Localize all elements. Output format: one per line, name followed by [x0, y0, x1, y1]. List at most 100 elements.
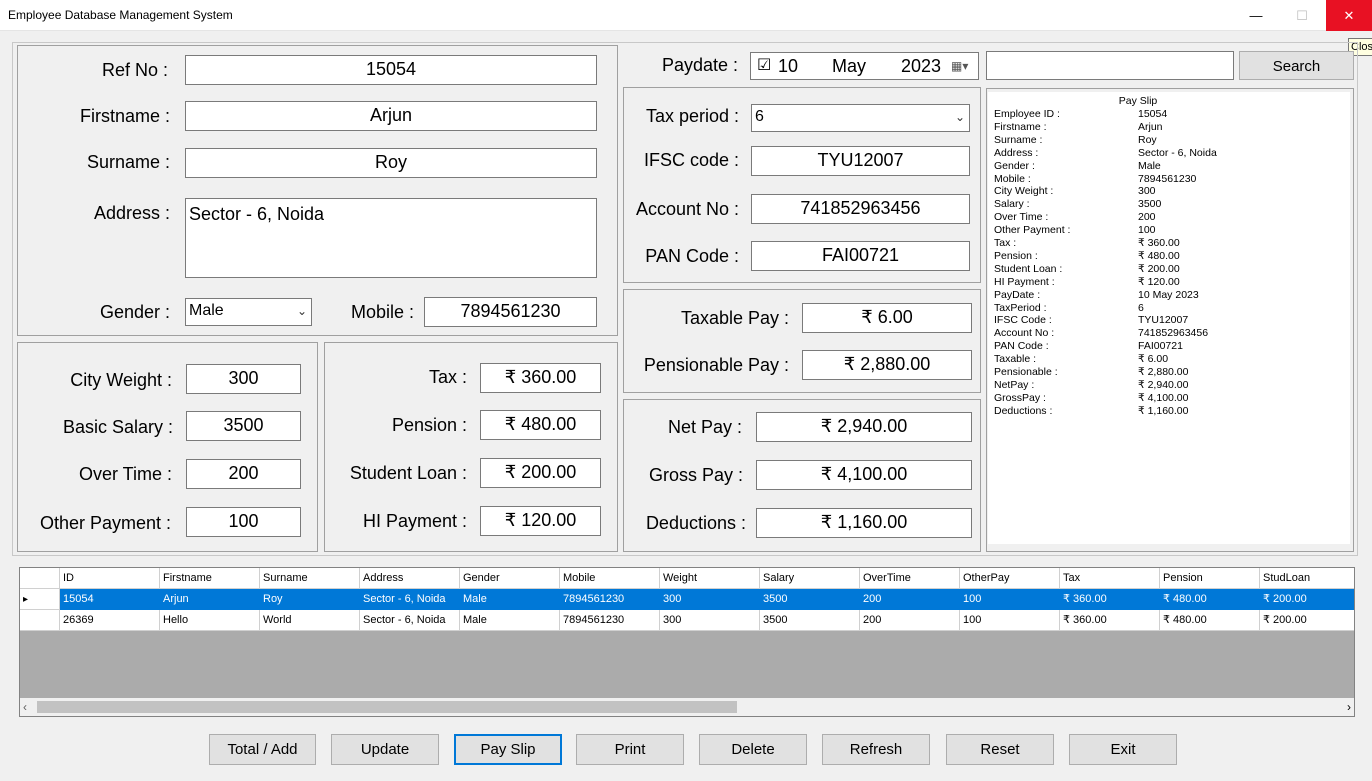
grid-cell[interactable]: Sector - 6, Noida: [360, 589, 460, 610]
pan-code-field[interactable]: FAI00721: [751, 241, 970, 271]
row-selector[interactable]: ▸: [20, 589, 60, 610]
grid-cell[interactable]: Hello: [160, 610, 260, 631]
delete-button[interactable]: Delete: [699, 734, 807, 765]
grid-cell[interactable]: Sector - 6, Noida: [360, 610, 460, 631]
grid-cell[interactable]: 300: [660, 610, 760, 631]
ifsc-code-field[interactable]: TYU12007: [751, 146, 970, 176]
column-header[interactable]: Salary: [760, 568, 860, 589]
grid-cell[interactable]: ₹ 480.00: [1160, 610, 1260, 631]
over-time-field[interactable]: 200: [186, 459, 301, 489]
column-header[interactable]: Weight: [660, 568, 760, 589]
column-header[interactable]: Surname: [260, 568, 360, 589]
column-header[interactable]: Firstname: [160, 568, 260, 589]
city-weight-field[interactable]: 300: [186, 364, 301, 394]
grid-cell[interactable]: ₹ 360.00: [1060, 610, 1160, 631]
update-button[interactable]: Update: [331, 734, 439, 765]
print-button[interactable]: Print: [576, 734, 684, 765]
pay-calc-group: Taxable Pay : ₹ 6.00 Pensionable Pay : ₹…: [623, 289, 981, 393]
grid-cell[interactable]: 3500: [760, 589, 860, 610]
paydate-checkbox[interactable]: ☑: [757, 53, 771, 79]
total-add-button[interactable]: Total / Add: [209, 734, 316, 765]
paydate-picker[interactable]: ☑ 10 May 2023 ▦▾: [750, 52, 979, 80]
scroll-thumb[interactable]: [37, 701, 737, 713]
grid-cell[interactable]: ₹ 480.00: [1160, 589, 1260, 610]
column-header[interactable]: Pension: [1160, 568, 1260, 589]
deductions-field[interactable]: ₹ 1,160.00: [756, 508, 972, 538]
hi-payment-field[interactable]: ₹ 120.00: [480, 506, 601, 536]
grid-cell[interactable]: World: [260, 610, 360, 631]
grid-cell[interactable]: 7894561230: [560, 589, 660, 610]
gender-select[interactable]: Male ⌄: [185, 298, 312, 326]
pay-slip-button[interactable]: Pay Slip: [454, 734, 562, 765]
payslip-text[interactable]: Pay Slip Employee ID : 15054 Firstname : Ar…: [988, 92, 1350, 544]
student-loan-field[interactable]: ₹ 200.00: [480, 458, 601, 488]
grid-cell[interactable]: Male: [460, 610, 560, 631]
grid-cell[interactable]: ₹ 360.00: [1060, 589, 1160, 610]
maximize-button[interactable]: ☐: [1279, 0, 1325, 31]
grid-cell[interactable]: 100: [960, 589, 1060, 610]
grid-cell[interactable]: 15054: [60, 589, 160, 610]
payslip-key: Mobile :: [994, 172, 1031, 185]
student-loan-label: Student Loan :: [349, 463, 467, 483]
taxable-pay-field[interactable]: ₹ 6.00: [802, 303, 972, 333]
payslip-value: ₹ 1,160.00: [1138, 404, 1189, 417]
grid-cell[interactable]: 200: [860, 610, 960, 631]
minimize-button[interactable]: —: [1233, 0, 1279, 31]
calendar-icon[interactable]: ▦▾: [951, 53, 968, 79]
column-header[interactable]: OtherPay: [960, 568, 1060, 589]
exit-button[interactable]: Exit: [1069, 734, 1177, 765]
ref-no-field[interactable]: 15054: [185, 55, 597, 85]
grid-cell[interactable]: 200: [860, 589, 960, 610]
column-header[interactable]: Tax: [1060, 568, 1160, 589]
employee-grid[interactable]: ‹ › ID Firstname Surname Address Gender Mobil…: [19, 567, 1355, 717]
paydate-month[interactable]: May: [832, 53, 866, 79]
grid-cell[interactable]: ₹ 200.00: [1260, 610, 1354, 631]
close-button[interactable]: ✕: [1326, 0, 1372, 31]
address-field[interactable]: Sector - 6, Noida: [185, 198, 597, 278]
grid-cell[interactable]: Roy: [260, 589, 360, 610]
mobile-field[interactable]: 7894561230: [424, 297, 597, 327]
salary-group: City Weight : 300 Basic Salary : 3500 Ov…: [17, 342, 318, 552]
grid-cell[interactable]: 3500: [760, 610, 860, 631]
grid-cell[interactable]: 26369: [60, 610, 160, 631]
paydate-year[interactable]: 2023: [901, 53, 941, 79]
search-button[interactable]: Search: [1239, 51, 1354, 80]
pensionable-pay-field[interactable]: ₹ 2,880.00: [802, 350, 972, 380]
grid-cell[interactable]: 7894561230: [560, 610, 660, 631]
column-header[interactable]: StudLoan: [1260, 568, 1354, 589]
grid-cell[interactable]: Arjun: [160, 589, 260, 610]
surname-field[interactable]: Roy: [185, 148, 597, 178]
column-header[interactable]: OverTime: [860, 568, 960, 589]
grid-cell[interactable]: 100: [960, 610, 1060, 631]
column-header[interactable]: Gender: [460, 568, 560, 589]
grid-cell[interactable]: Male: [460, 589, 560, 610]
gender-value: Male: [189, 302, 224, 319]
gross-pay-field[interactable]: ₹ 4,100.00: [756, 460, 972, 490]
column-header[interactable]: Address: [360, 568, 460, 589]
tax-field[interactable]: ₹ 360.00: [480, 363, 601, 393]
grid-horizontal-scrollbar[interactable]: ‹ ›: [20, 698, 1354, 716]
grid-cell[interactable]: ₹ 200.00: [1260, 589, 1354, 610]
grid-cell[interactable]: 300: [660, 589, 760, 610]
row-selector[interactable]: [20, 610, 60, 631]
net-pay-field[interactable]: ₹ 2,940.00: [756, 412, 972, 442]
scroll-right-icon[interactable]: ›: [1347, 698, 1351, 716]
column-header[interactable]: ID: [60, 568, 160, 589]
paydate-day[interactable]: 10: [778, 53, 798, 79]
scroll-left-icon[interactable]: ‹: [23, 698, 27, 716]
firstname-field[interactable]: Arjun: [185, 101, 597, 131]
payslip-title: Pay Slip: [1118, 95, 1158, 107]
table-row[interactable]: ▸ 15054 Arjun Roy Sector - 6, Noida Male 78945…: [20, 589, 1354, 610]
ifsc-code-label: IFSC code :: [643, 150, 739, 170]
basic-salary-field[interactable]: 3500: [186, 411, 301, 441]
grid-corner[interactable]: [20, 568, 60, 589]
search-input[interactable]: [986, 51, 1234, 80]
column-header[interactable]: Mobile: [560, 568, 660, 589]
table-row[interactable]: 26369 Hello World Sector - 6, Noida Male 7894…: [20, 610, 1354, 631]
account-no-field[interactable]: 741852963456: [751, 194, 970, 224]
reset-button[interactable]: Reset: [946, 734, 1054, 765]
pension-field[interactable]: ₹ 480.00: [480, 410, 601, 440]
other-payment-field[interactable]: 100: [186, 507, 301, 537]
refresh-button[interactable]: Refresh: [822, 734, 930, 765]
tax-period-select[interactable]: 6 ⌄: [751, 104, 970, 132]
